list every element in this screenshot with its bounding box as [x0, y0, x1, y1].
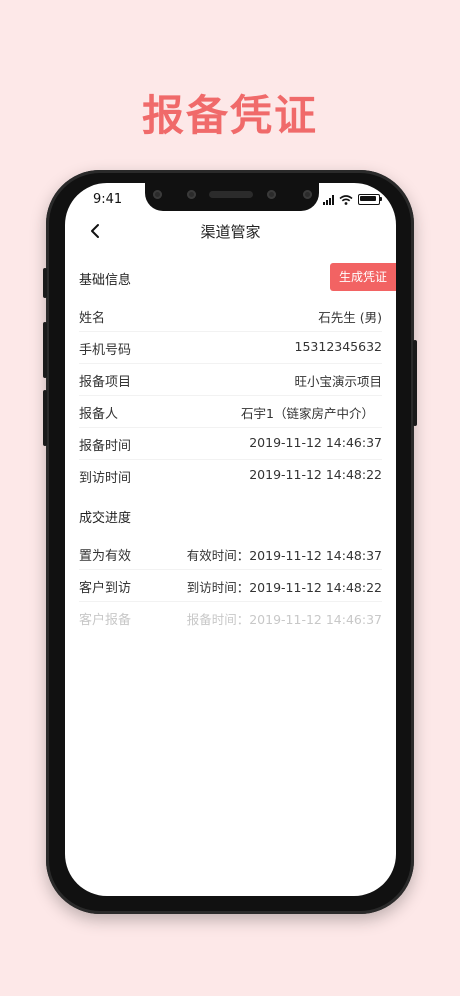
row-label: 置为有效: [79, 549, 132, 564]
generate-voucher-button[interactable]: 生成凭证: [330, 263, 396, 291]
status-time: 9:41: [93, 192, 123, 207]
info-row-phone: 手机号码 15312345632: [79, 331, 382, 364]
proximity-sensor: [187, 190, 196, 199]
row-label: 客户到访: [79, 581, 132, 596]
phone-screen: 9:41 渠道管家 基础信息 生成凭证 姓名 石先生 (男) 手机号码 1531…: [65, 183, 396, 896]
row-value: 石宇1（链家房产中介）: [241, 406, 374, 421]
earpiece-speaker: [209, 191, 253, 198]
info-row-reporter: 报备人 石宇1（链家房产中介）: [79, 395, 382, 428]
progress-heading: 成交进度: [79, 511, 132, 526]
row-value: 报备时间：2019-11-12 14:46:37: [186, 612, 382, 627]
row-value: 15312345632: [294, 339, 382, 354]
row-value: 旺小宝演示项目: [294, 374, 382, 389]
nav-title: 渠道管家: [200, 223, 261, 241]
row-value: 到访时间：2019-11-12 14:48:22: [186, 580, 382, 595]
battery-icon: [358, 194, 382, 205]
row-label: 手机号码: [79, 343, 132, 358]
notch: [145, 183, 319, 211]
row-value: 有效时间：2019-11-12 14:48:37: [186, 548, 382, 563]
basic-info-heading: 基础信息: [79, 273, 132, 288]
sensor-dot: [153, 190, 162, 199]
cellular-signal-icon: [323, 194, 334, 205]
row-label: 到访时间: [79, 471, 132, 486]
progress-row-valid: 置为有效 有效时间：2019-11-12 14:48:37: [79, 537, 382, 570]
nav-bar: 渠道管家: [65, 213, 396, 249]
page-headline: 报备凭证: [141, 91, 318, 140]
row-label: 报备人: [79, 407, 119, 422]
row-label: 客户报备: [79, 613, 132, 628]
row-label: 姓名: [79, 311, 106, 326]
mute-switch: [43, 268, 47, 298]
front-camera: [267, 190, 276, 199]
progress-row-report: 客户报备 报备时间：2019-11-12 14:46:37: [79, 601, 382, 633]
wifi-icon: [339, 194, 353, 205]
row-value: 2019-11-12 14:48:22: [249, 467, 382, 482]
progress-row-visit: 客户到访 到访时间：2019-11-12 14:48:22: [79, 569, 382, 602]
power-button: [413, 340, 417, 426]
info-row-report-time: 报备时间 2019-11-12 14:46:37: [79, 427, 382, 460]
camera-dot: [303, 190, 312, 199]
info-row-name: 姓名 石先生 (男): [79, 299, 382, 332]
row-label: 报备项目: [79, 375, 132, 390]
row-label: 报备时间: [79, 439, 132, 454]
info-row-visit-time: 到访时间 2019-11-12 14:48:22: [79, 459, 382, 491]
status-icons: [323, 194, 382, 205]
row-value: 石先生 (男): [318, 310, 382, 325]
volume-up-button: [43, 322, 47, 378]
info-row-project: 报备项目 旺小宝演示项目: [79, 363, 382, 396]
volume-down-button: [43, 390, 47, 446]
row-value: 2019-11-12 14:46:37: [249, 435, 382, 450]
